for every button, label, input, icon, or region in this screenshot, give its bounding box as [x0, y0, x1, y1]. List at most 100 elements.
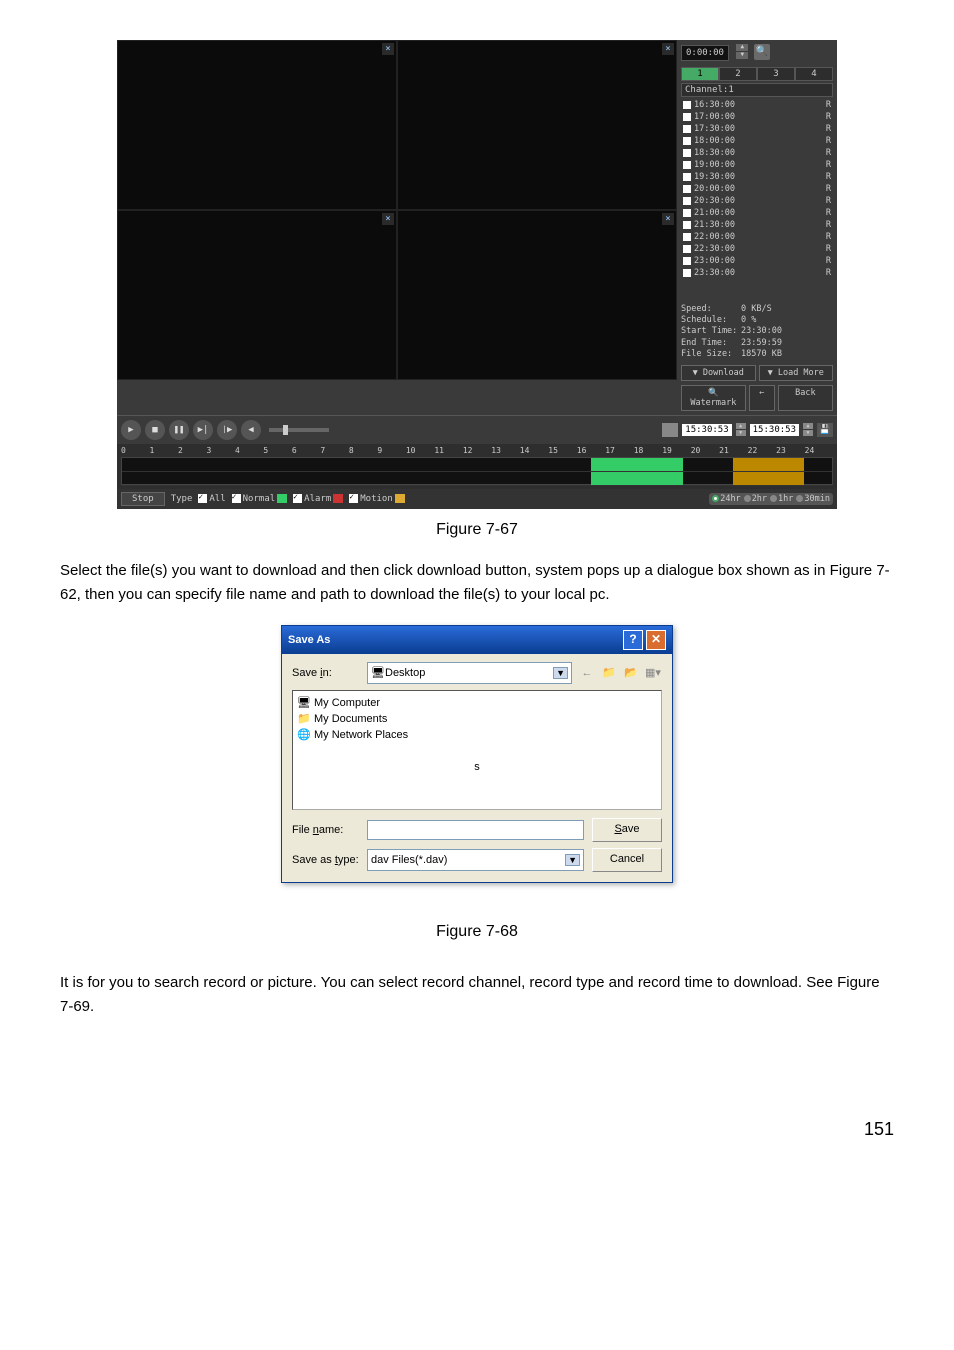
file-name-input[interactable] — [367, 820, 584, 840]
save-in-label: Save in: — [292, 667, 367, 679]
pause-icon[interactable]: ❚❚ — [169, 420, 189, 440]
file-checkbox[interactable] — [683, 233, 691, 241]
time-spinner-2[interactable]: ▲▼ — [803, 423, 813, 437]
file-checkbox[interactable] — [683, 113, 691, 121]
download-button[interactable]: ▼ Download — [681, 365, 756, 381]
file-row[interactable]: 18:00:00R — [681, 135, 833, 147]
load-more-button[interactable]: ▼ Load More — [759, 365, 834, 381]
stop-button[interactable]: Stop — [121, 492, 165, 506]
file-time: 22:00:00 — [694, 232, 826, 242]
channel-tab-4[interactable]: 4 — [795, 67, 833, 81]
video-cell-4[interactable]: × — [397, 210, 677, 380]
chevron-down-icon[interactable]: ▼ — [565, 854, 580, 866]
file-checkbox[interactable] — [683, 149, 691, 157]
calendar-icon[interactable] — [662, 423, 678, 437]
file-row[interactable]: 21:00:00R — [681, 207, 833, 219]
zoom-24hr[interactable]: 24hr — [712, 494, 740, 504]
file-checkbox[interactable] — [683, 185, 691, 193]
file-row[interactable]: 17:00:00R — [681, 111, 833, 123]
help-icon[interactable]: ? — [623, 630, 643, 650]
file-checkbox[interactable] — [683, 101, 691, 109]
watermark-button[interactable]: 🔍 Watermark — [681, 385, 746, 411]
file-row[interactable]: 23:00:00R — [681, 255, 833, 267]
time-spinner[interactable]: ▲▼ — [736, 44, 748, 60]
file-row[interactable]: 19:00:00R — [681, 159, 833, 171]
titlebar: Save As ? ✕ — [282, 626, 672, 654]
file-checkbox[interactable] — [683, 173, 691, 181]
play-icon[interactable]: ▶ — [121, 420, 141, 440]
close-icon[interactable]: × — [662, 213, 674, 225]
file-row[interactable]: 18:30:00R — [681, 147, 833, 159]
file-row[interactable]: 23:30:00R — [681, 267, 833, 279]
save-button[interactable]: Save — [592, 818, 662, 842]
file-checkbox[interactable] — [683, 269, 691, 277]
checkbox-all[interactable] — [198, 494, 207, 503]
next-frame-icon[interactable]: ▶| — [193, 420, 213, 440]
zoom-30min[interactable]: 30min — [796, 494, 830, 504]
close-icon[interactable]: × — [662, 43, 674, 55]
back-nav-icon[interactable]: ← — [578, 664, 596, 682]
search-icon[interactable]: 🔍 — [754, 44, 770, 60]
file-checkbox[interactable] — [683, 161, 691, 169]
fast-forward-icon[interactable]: ❘▶ — [217, 420, 237, 440]
file-row[interactable]: 20:00:00R — [681, 183, 833, 195]
checkbox-alarm[interactable] — [293, 494, 302, 503]
time-input-start[interactable]: 15:30:53 — [682, 424, 731, 436]
file-row[interactable]: 17:30:00R — [681, 123, 833, 135]
close-icon[interactable]: × — [382, 43, 394, 55]
file-checkbox[interactable] — [683, 245, 691, 253]
back-arrow-button[interactable]: ← — [749, 385, 775, 411]
video-cell-2[interactable]: × — [397, 40, 677, 210]
file-row[interactable]: 22:00:00R — [681, 231, 833, 243]
channel-tab-2[interactable]: 2 — [719, 67, 757, 81]
save-as-type-combo[interactable]: dav Files(*.dav) ▼ — [367, 849, 584, 871]
video-cell-1[interactable]: × — [117, 40, 397, 210]
file-checkbox[interactable] — [683, 197, 691, 205]
save-as-type-label: Save as type: — [292, 854, 367, 866]
time-spinner-1[interactable]: ▲▼ — [736, 423, 746, 437]
file-list: 16:30:00R17:00:00R17:30:00R18:00:00R18:3… — [681, 99, 833, 269]
list-item[interactable]: 📁My Documents — [297, 711, 657, 727]
timeline-tracks[interactable] — [121, 457, 833, 485]
zoom-radio-group: 24hr 2hr 1hr 30min — [709, 493, 833, 505]
save-icon[interactable]: 💾 — [817, 423, 833, 437]
save-as-type-value: dav Files(*.dav) — [371, 854, 447, 866]
list-item[interactable]: 🖥My Computer — [297, 695, 657, 711]
video-cell-3[interactable]: × — [117, 210, 397, 380]
file-row[interactable]: 21:30:00R — [681, 219, 833, 231]
close-icon[interactable]: × — [382, 213, 394, 225]
channel-tab-3[interactable]: 3 — [757, 67, 795, 81]
stop-icon[interactable]: ■ — [145, 420, 165, 440]
file-checkbox[interactable] — [683, 125, 691, 133]
hour-tick: 22 — [748, 446, 776, 455]
checkbox-normal[interactable] — [232, 494, 241, 503]
list-item[interactable]: 🌐My Network Places — [297, 727, 657, 743]
file-checkbox[interactable] — [683, 257, 691, 265]
up-folder-icon[interactable]: 📁 — [600, 664, 618, 682]
new-folder-icon[interactable]: 📂 — [622, 664, 640, 682]
file-row[interactable]: 19:30:00R — [681, 171, 833, 183]
file-time: 20:00:00 — [694, 184, 826, 194]
chevron-down-icon[interactable]: ▼ — [553, 667, 568, 679]
back-button[interactable]: Back — [778, 385, 833, 411]
views-icon[interactable]: ▦▾ — [644, 664, 662, 682]
file-checkbox[interactable] — [683, 209, 691, 217]
checkbox-motion[interactable] — [349, 494, 358, 503]
file-checkbox[interactable] — [683, 221, 691, 229]
close-icon[interactable]: ✕ — [646, 630, 666, 650]
time-input-end[interactable]: 15:30:53 — [750, 424, 799, 436]
hour-tick: 19 — [662, 446, 690, 455]
file-checkbox[interactable] — [683, 137, 691, 145]
save-in-combo[interactable]: 🖥 Desktop ▼ — [367, 662, 572, 684]
file-row[interactable]: 22:30:00R — [681, 243, 833, 255]
speed-slider[interactable] — [269, 428, 329, 432]
channel-tab-1[interactable]: 1 — [681, 67, 719, 81]
zoom-2hr[interactable]: 2hr — [744, 494, 767, 504]
zoom-1hr[interactable]: 1hr — [770, 494, 793, 504]
cancel-button[interactable]: Cancel — [592, 848, 662, 872]
alarm-swatch — [333, 494, 343, 503]
file-row[interactable]: 16:30:00R — [681, 99, 833, 111]
file-list-pane[interactable]: 🖥My Computer 📁My Documents 🌐My Network P… — [292, 690, 662, 810]
rewind-icon[interactable]: ◀ — [241, 420, 261, 440]
file-row[interactable]: 20:30:00R — [681, 195, 833, 207]
